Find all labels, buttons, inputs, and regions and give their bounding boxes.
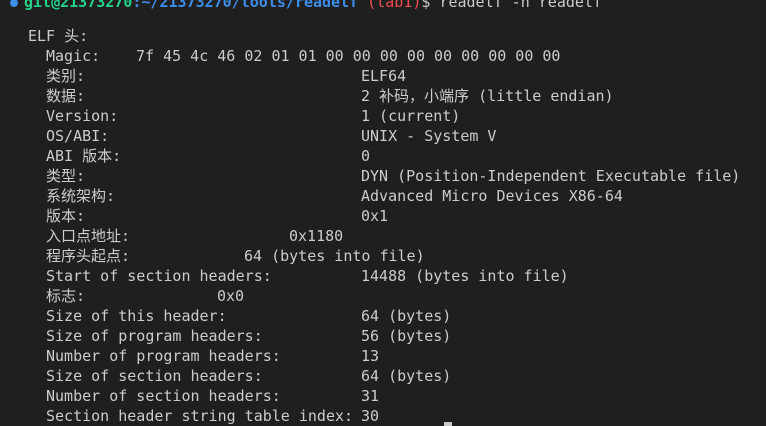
field-label: Size of this header: [46, 307, 227, 325]
field-row: 类型: DYN (Position-Independent Executable … [46, 166, 756, 186]
circle-dot-icon[interactable] [10, 0, 18, 7]
field-label: Number of program headers: [46, 347, 281, 365]
field-value: 56 (bytes) [361, 327, 452, 345]
magic-row: Magic: 7f 45 4c 46 02 01 01 00 00 00 00 … [46, 46, 746, 66]
field-row: 系统架构: Advanced Micro Devices X86-64 [46, 186, 756, 206]
prompt-user-host: git@21373270 [24, 0, 133, 11]
field-label: 类型: [46, 167, 86, 185]
field-row: 程序头起点: 64 (bytes into file) [46, 246, 756, 266]
field-label: 系统架构: [46, 187, 116, 205]
field-value: 2 补码，小端序 (little endian) [361, 87, 614, 105]
field-row: Version: 1 (current) [46, 106, 756, 126]
field-value: UNIX - System V [361, 127, 497, 145]
field-label: 程序头起点: [46, 247, 131, 265]
terminal-window[interactable]: git@21373270 :~/21373270/tools/readelf (… [0, 0, 766, 426]
field-label: 数据: [46, 87, 86, 105]
field-label: 入口点地址: [46, 227, 131, 245]
field-row: 标志: 0x0 [46, 286, 756, 306]
field-value: 0x1180 [289, 227, 344, 245]
prompt-path: :~/21373270/tools/readelf [132, 0, 359, 11]
field-row: Size of this header: 64 (bytes) [46, 306, 756, 326]
elf-header-title: ELF 头: [28, 27, 89, 45]
field-label: Section header string table index: [46, 407, 354, 425]
prompt-git-branch: (lab1) [358, 0, 422, 11]
field-label: Size of program headers: [46, 327, 263, 345]
field-value: 64 (bytes into file) [244, 247, 425, 265]
field-label: Number of section headers: [46, 387, 281, 405]
field-value: Advanced Micro Devices X86-64 [361, 187, 623, 205]
field-value: 0 [361, 147, 371, 165]
magic-value: 7f 45 4c 46 02 01 01 00 00 00 00 00 00 0… [136, 47, 561, 65]
field-row: ABI 版本: 0 [46, 146, 756, 166]
field-value: 30 [361, 407, 380, 425]
field-row: 版本: 0x1 [46, 206, 756, 226]
field-label: 类别: [46, 67, 86, 85]
field-value: 64 (bytes) [361, 367, 452, 385]
terminal-cursor [444, 422, 452, 426]
field-row: Start of section headers: 14488 (bytes in… [46, 266, 756, 286]
field-label: Size of section headers: [46, 367, 263, 385]
field-value: 1 (current) [361, 107, 461, 125]
field-label: ABI 版本: [46, 147, 122, 165]
field-label: Version: [46, 107, 119, 125]
field-value: 14488 (bytes into file) [361, 267, 569, 285]
field-row: 入口点地址: 0x1180 [46, 226, 756, 246]
field-row: Number of section headers: 31 [46, 386, 756, 406]
field-label: OS/ABI: [46, 127, 110, 145]
field-row: 类别: ELF64 [46, 66, 756, 86]
field-value: 64 (bytes) [361, 307, 452, 325]
field-value: 0x0 [217, 287, 245, 305]
prompt-command: readelf -h readelf [439, 0, 602, 11]
magic-label: Magic: [46, 47, 101, 65]
field-value: 13 [361, 347, 380, 365]
shell-prompt: git@21373270 :~/21373270/tools/readelf (… [10, 0, 602, 12]
field-label: 标志: [46, 287, 86, 305]
field-row: OS/ABI: UNIX - System V [46, 126, 756, 146]
field-row: Section header string table index: 30 [46, 406, 756, 426]
field-row: Number of program headers: 13 [46, 346, 756, 366]
prompt-symbol: $ [421, 0, 440, 11]
field-row: Size of program headers: 56 (bytes) [46, 326, 756, 346]
field-value: 31 [361, 387, 380, 405]
field-label: 版本: [46, 207, 86, 225]
field-value: 0x1 [361, 207, 389, 225]
field-value: ELF64 [361, 67, 407, 85]
field-label: Start of section headers: [46, 267, 272, 285]
field-row: 数据: 2 补码，小端序 (little endian) [46, 86, 756, 106]
field-row: Size of section headers: 64 (bytes) [46, 366, 756, 386]
field-value: DYN (Position-Independent Executable fil… [361, 167, 741, 185]
